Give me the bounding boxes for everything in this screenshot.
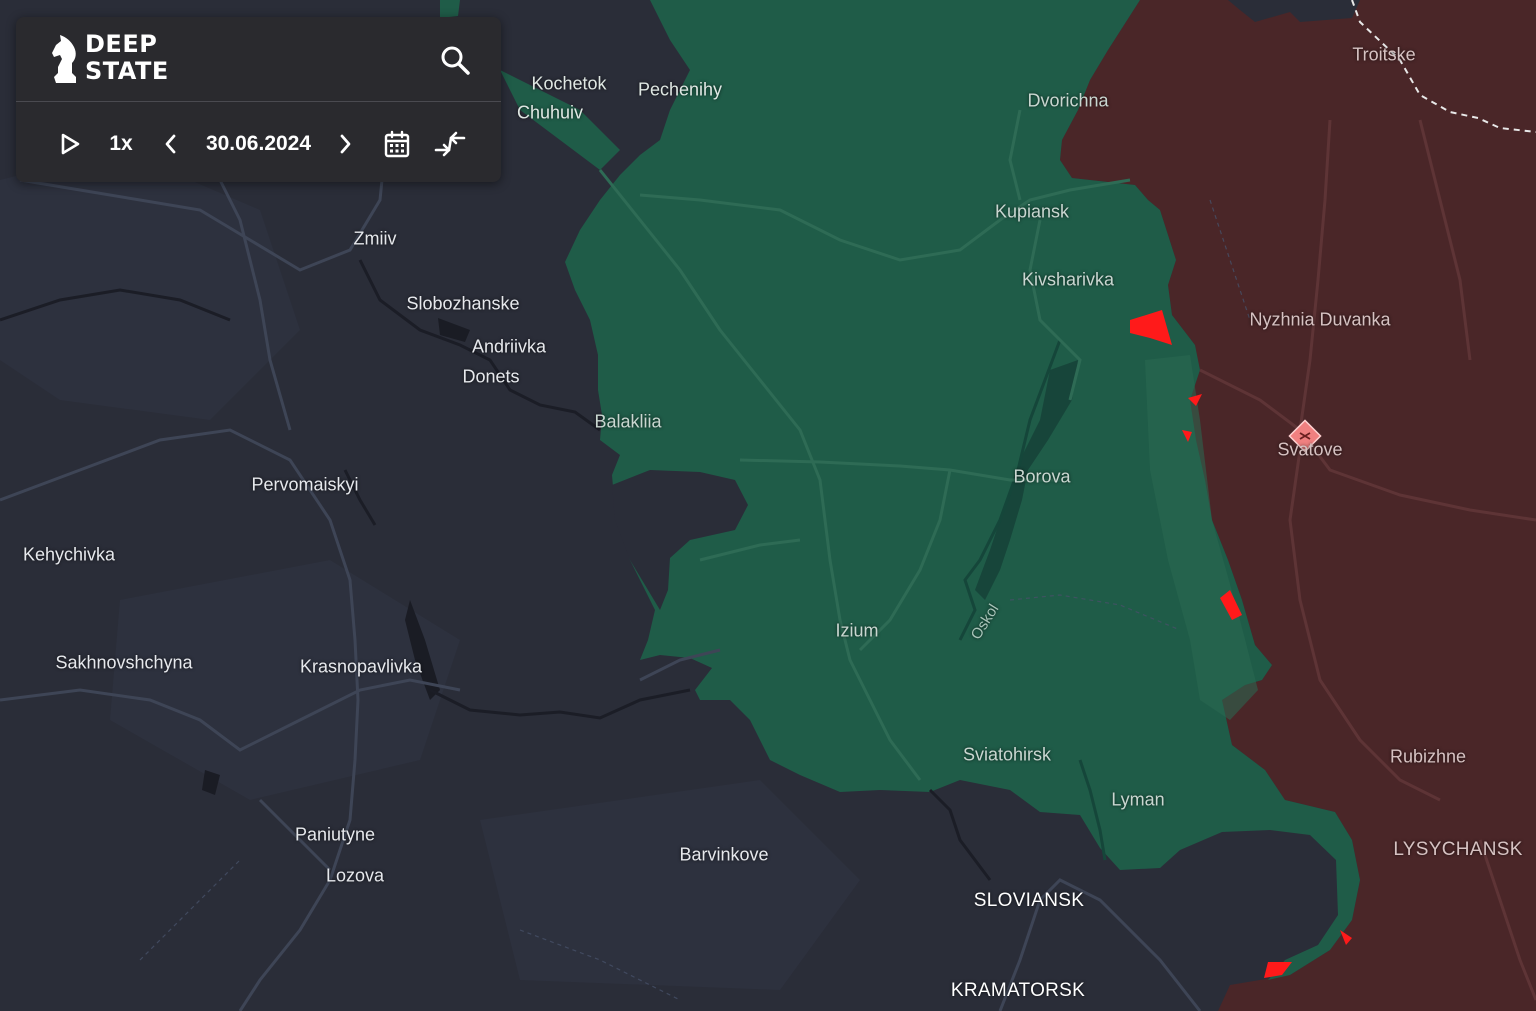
logo-line-1: DEEP: [85, 30, 158, 58]
play-icon: [61, 133, 80, 155]
search-icon: [441, 46, 470, 75]
search-button[interactable]: [438, 43, 472, 77]
chevron-left-icon: [165, 134, 176, 154]
previous-date-button[interactable]: [158, 130, 184, 158]
control-panel: DEEP STATE 1x 30.06.2024: [16, 17, 501, 182]
current-date[interactable]: 30.06.2024: [196, 129, 321, 159]
logo-text: DEEP STATE: [85, 31, 169, 85]
knight-logo-icon: [52, 35, 76, 83]
calendar-icon: [384, 130, 410, 158]
play-button[interactable]: [56, 130, 84, 158]
compare-button[interactable]: [432, 129, 468, 159]
logo-line-2: STATE: [85, 57, 169, 85]
playback-speed-button[interactable]: 1x: [104, 129, 138, 159]
panel-header: DEEP STATE: [16, 17, 501, 102]
playback-toolbar: 1x 30.06.2024: [16, 117, 501, 169]
chevron-right-icon: [340, 134, 351, 154]
next-date-button[interactable]: [332, 130, 358, 158]
calendar-button[interactable]: [382, 129, 412, 159]
compare-arrows-icon: [434, 131, 466, 157]
